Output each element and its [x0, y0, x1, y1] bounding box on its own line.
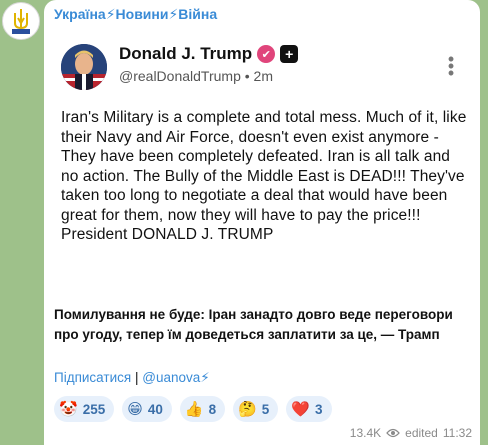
- channel-title[interactable]: Україна⚡Новини⚡Війна: [54, 6, 217, 23]
- clown-emoji-icon: 🤡: [59, 400, 78, 418]
- reaction-count: 5: [261, 401, 270, 417]
- thinking-emoji-icon: 🤔: [238, 400, 257, 418]
- reactions-bar: 🤡 255 😁 40 👍 8 🤔 5 ❤️ 3: [54, 396, 332, 422]
- display-name: Donald J. Trump: [119, 44, 253, 63]
- reaction-thumbs-up[interactable]: 👍 8: [179, 396, 226, 422]
- handle-dot: •: [244, 68, 254, 84]
- reaction-count: 8: [208, 401, 217, 417]
- thumbs-up-emoji-icon: 👍: [184, 400, 204, 418]
- tweet-card: Donald J. Trump ✔ + @realDonaldTrump • 2…: [44, 30, 480, 288]
- channel-avatar[interactable]: [2, 2, 40, 40]
- message-links: Підписатися | @uanova⚡: [54, 370, 210, 386]
- message-meta: 13.4K edited 11:32: [350, 426, 472, 440]
- message-time: 11:32: [442, 426, 472, 440]
- handle-text: @realDonaldTrump: [119, 68, 241, 84]
- subscribe-link[interactable]: Підписатися: [54, 370, 131, 385]
- profile-photo-icon: [61, 44, 107, 90]
- reaction-thinking[interactable]: 🤔 5: [233, 396, 279, 422]
- tweet-time: 2m: [253, 68, 273, 84]
- profile-photo: [61, 44, 107, 90]
- eye-icon: [386, 428, 401, 438]
- trident-logo-icon: [5, 5, 37, 37]
- channel-message: Україна⚡Новини⚡Війна Donald J. Trump ✔ +…: [44, 0, 480, 445]
- reaction-clown[interactable]: 🤡 255: [54, 396, 115, 422]
- view-count: 13.4K: [349, 426, 382, 440]
- reaction-grin[interactable]: 😁 40: [122, 396, 172, 422]
- channel-link[interactable]: @uanova⚡: [142, 370, 209, 385]
- message-caption: Помилування не буде: Іран занадто довго …: [54, 307, 453, 342]
- reaction-count: 3: [314, 401, 323, 417]
- tweet-author: Donald J. Trump ✔ +: [119, 44, 299, 64]
- edited-label: edited: [405, 426, 438, 440]
- tweet-handle: @realDonaldTrump • 2m: [119, 68, 273, 84]
- more-options-icon[interactable]: • • •: [446, 50, 456, 82]
- verified-badge-icon: ✔: [257, 45, 276, 63]
- link-separator: |: [134, 370, 139, 385]
- reaction-count: 255: [82, 401, 106, 417]
- plus-badge-icon: +: [280, 45, 299, 63]
- tweet-text: Iran's Military is a complete and total …: [61, 109, 467, 243]
- heart-emoji-icon: ❤️: [291, 400, 310, 418]
- reaction-heart[interactable]: ❤️ 3: [286, 396, 332, 422]
- reaction-count: 40: [147, 401, 163, 417]
- grin-emoji-icon: 😁: [127, 400, 143, 418]
